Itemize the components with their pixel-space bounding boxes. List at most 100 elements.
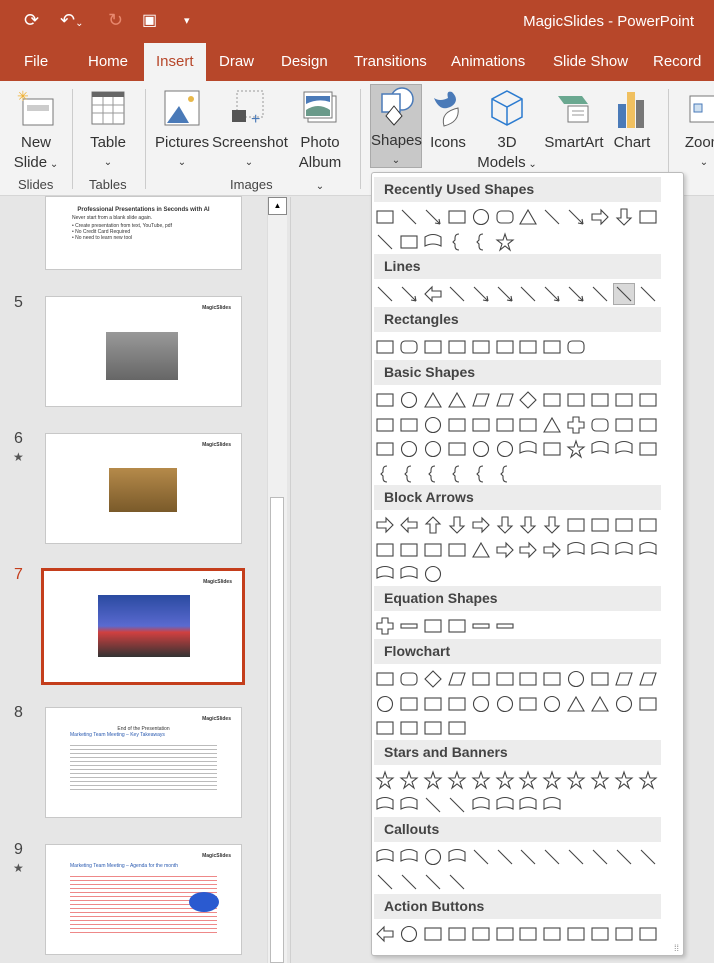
magdisk-shape-icon[interactable]: [398, 717, 420, 739]
ribbondown-shape-icon[interactable]: [398, 794, 420, 816]
bentup-shape-icon[interactable]: [637, 514, 659, 536]
pictures-button[interactable]: Pictures ⌄: [155, 87, 209, 173]
star24-shape-icon[interactable]: [613, 769, 635, 791]
cloud-shape-icon[interactable]: [613, 438, 635, 460]
stripedarrow-shape-icon[interactable]: [470, 539, 492, 561]
ovalcallout-shape-icon[interactable]: [422, 846, 444, 868]
help-shape-icon[interactable]: [613, 923, 635, 945]
donut-shape-icon[interactable]: [398, 438, 420, 460]
slide-thumbnail-6[interactable]: MagicSlides: [45, 433, 242, 544]
slide-thumbnail-7[interactable]: MagicSlides: [41, 568, 245, 685]
round3-shape-icon[interactable]: [541, 336, 563, 358]
dblbracket-shape-icon[interactable]: [374, 463, 396, 485]
ucallout-shape-icon[interactable]: [637, 539, 659, 561]
line-shape-icon[interactable]: [374, 283, 396, 305]
multiply-shape-icon[interactable]: [422, 615, 444, 637]
hexa-shape-icon[interactable]: [565, 389, 587, 411]
hscroll-shape-icon[interactable]: [494, 794, 516, 816]
scrollbar-thumb[interactable]: [270, 497, 284, 963]
photo-album-button[interactable]: Photo Album ⌄: [294, 87, 346, 197]
diamond-shape-icon[interactable]: [422, 668, 444, 690]
snip2-shape-icon[interactable]: [446, 336, 468, 358]
elbow-shape-icon[interactable]: [541, 206, 563, 228]
curvearrow-shape-icon[interactable]: [541, 283, 563, 305]
begin-shape-icon[interactable]: [422, 923, 444, 945]
internal-shape-icon[interactable]: [494, 668, 516, 690]
rcallout-shape-icon[interactable]: [565, 539, 587, 561]
tab-home[interactable]: Home: [88, 53, 128, 70]
curveddown-shape-icon[interactable]: [446, 539, 468, 561]
extract-shape-icon[interactable]: [565, 693, 587, 715]
chart-button[interactable]: Chart: [610, 87, 654, 153]
plus-shape-icon[interactable]: [374, 615, 396, 637]
darrow-shape-icon[interactable]: [446, 514, 468, 536]
textbox-shape-icon[interactable]: [374, 389, 396, 411]
frame-shape-icon[interactable]: [470, 414, 492, 436]
plaque-shape-icon[interactable]: [589, 414, 611, 436]
explo1-shape-icon[interactable]: [374, 769, 396, 791]
pie-shape-icon[interactable]: [398, 414, 420, 436]
scribble-shape-icon[interactable]: [637, 283, 659, 305]
rtri-shape-icon[interactable]: [446, 389, 468, 411]
notequal-shape-icon[interactable]: [494, 615, 516, 637]
curve-shape-icon[interactable]: [517, 283, 539, 305]
lshape-shape-icon[interactable]: [517, 414, 539, 436]
card-shape-icon[interactable]: [422, 693, 444, 715]
cloudcallout-shape-icon[interactable]: [446, 846, 468, 868]
zoom-button[interactable]: Zoom⌄: [682, 87, 714, 173]
line1c-shape-icon[interactable]: [613, 846, 635, 868]
oval-shape-icon[interactable]: [470, 206, 492, 228]
arrow-shape-icon[interactable]: [422, 206, 444, 228]
star32-shape-icon[interactable]: [637, 769, 659, 791]
seqaccess-shape-icon[interactable]: [374, 717, 396, 739]
star8-shape-icon[interactable]: [517, 769, 539, 791]
rrect-shape-icon[interactable]: [565, 336, 587, 358]
rarrow-shape-icon[interactable]: [589, 206, 611, 228]
tear-shape-icon[interactable]: [446, 414, 468, 436]
tab-file[interactable]: File: [24, 53, 48, 70]
curvedup-shape-icon[interactable]: [422, 539, 444, 561]
icons-button[interactable]: Icons: [428, 87, 468, 153]
new-slide-button[interactable]: ✳ New Slide ⌄: [10, 87, 62, 175]
smartart-button[interactable]: SmartArt: [543, 87, 605, 153]
lupturn-shape-icon[interactable]: [613, 514, 635, 536]
slide-thumbnail-4[interactable]: Professional Presentations in Seconds wi…: [45, 196, 242, 270]
blockarc-shape-icon[interactable]: [446, 438, 468, 460]
wave-shape-icon[interactable]: [517, 794, 539, 816]
line2d-shape-icon[interactable]: [422, 871, 444, 893]
document-shape-icon[interactable]: [565, 923, 587, 945]
octa-shape-icon[interactable]: [613, 389, 635, 411]
customize-qat-icon[interactable]: ▾: [184, 14, 190, 27]
tab-slide-show[interactable]: Slide Show: [553, 53, 628, 70]
or-shape-icon[interactable]: [494, 693, 516, 715]
line-shape-icon[interactable]: [398, 206, 420, 228]
home-shape-icon[interactable]: [470, 923, 492, 945]
thumbnail-scrollbar[interactable]: ▲: [267, 197, 287, 963]
return-shape-icon[interactable]: [517, 923, 539, 945]
lrudarrow-shape-icon[interactable]: [541, 514, 563, 536]
wave-shape-icon[interactable]: [422, 231, 444, 253]
present-icon[interactable]: ▣: [142, 10, 157, 30]
lbrace-shape-icon[interactable]: [470, 463, 492, 485]
para-shape-icon[interactable]: [470, 389, 492, 411]
moon-shape-icon[interactable]: [589, 438, 611, 460]
curve-shape-icon[interactable]: [374, 231, 396, 253]
curvedribbon2-shape-icon[interactable]: [446, 794, 468, 816]
prep-shape-icon[interactable]: [589, 668, 611, 690]
bevel-shape-icon[interactable]: [374, 438, 396, 460]
rect-shape-icon[interactable]: [374, 336, 396, 358]
slide-thumbnail-5[interactable]: MagicSlides: [45, 296, 242, 407]
heart-shape-icon[interactable]: [517, 438, 539, 460]
multidoc-shape-icon[interactable]: [541, 668, 563, 690]
textbox-shape-icon[interactable]: [374, 206, 396, 228]
sumjunc-shape-icon[interactable]: [470, 693, 492, 715]
line3-shape-icon[interactable]: [517, 846, 539, 868]
chord-shape-icon[interactable]: [422, 414, 444, 436]
star12-shape-icon[interactable]: [565, 769, 587, 791]
line2b-shape-icon[interactable]: [565, 846, 587, 868]
notched-shape-icon[interactable]: [494, 539, 516, 561]
freeform-shape-icon[interactable]: [589, 283, 611, 305]
dblwave-shape-icon[interactable]: [541, 794, 563, 816]
hepta-shape-icon[interactable]: [589, 389, 611, 411]
udarrow-shape-icon[interactable]: [494, 514, 516, 536]
